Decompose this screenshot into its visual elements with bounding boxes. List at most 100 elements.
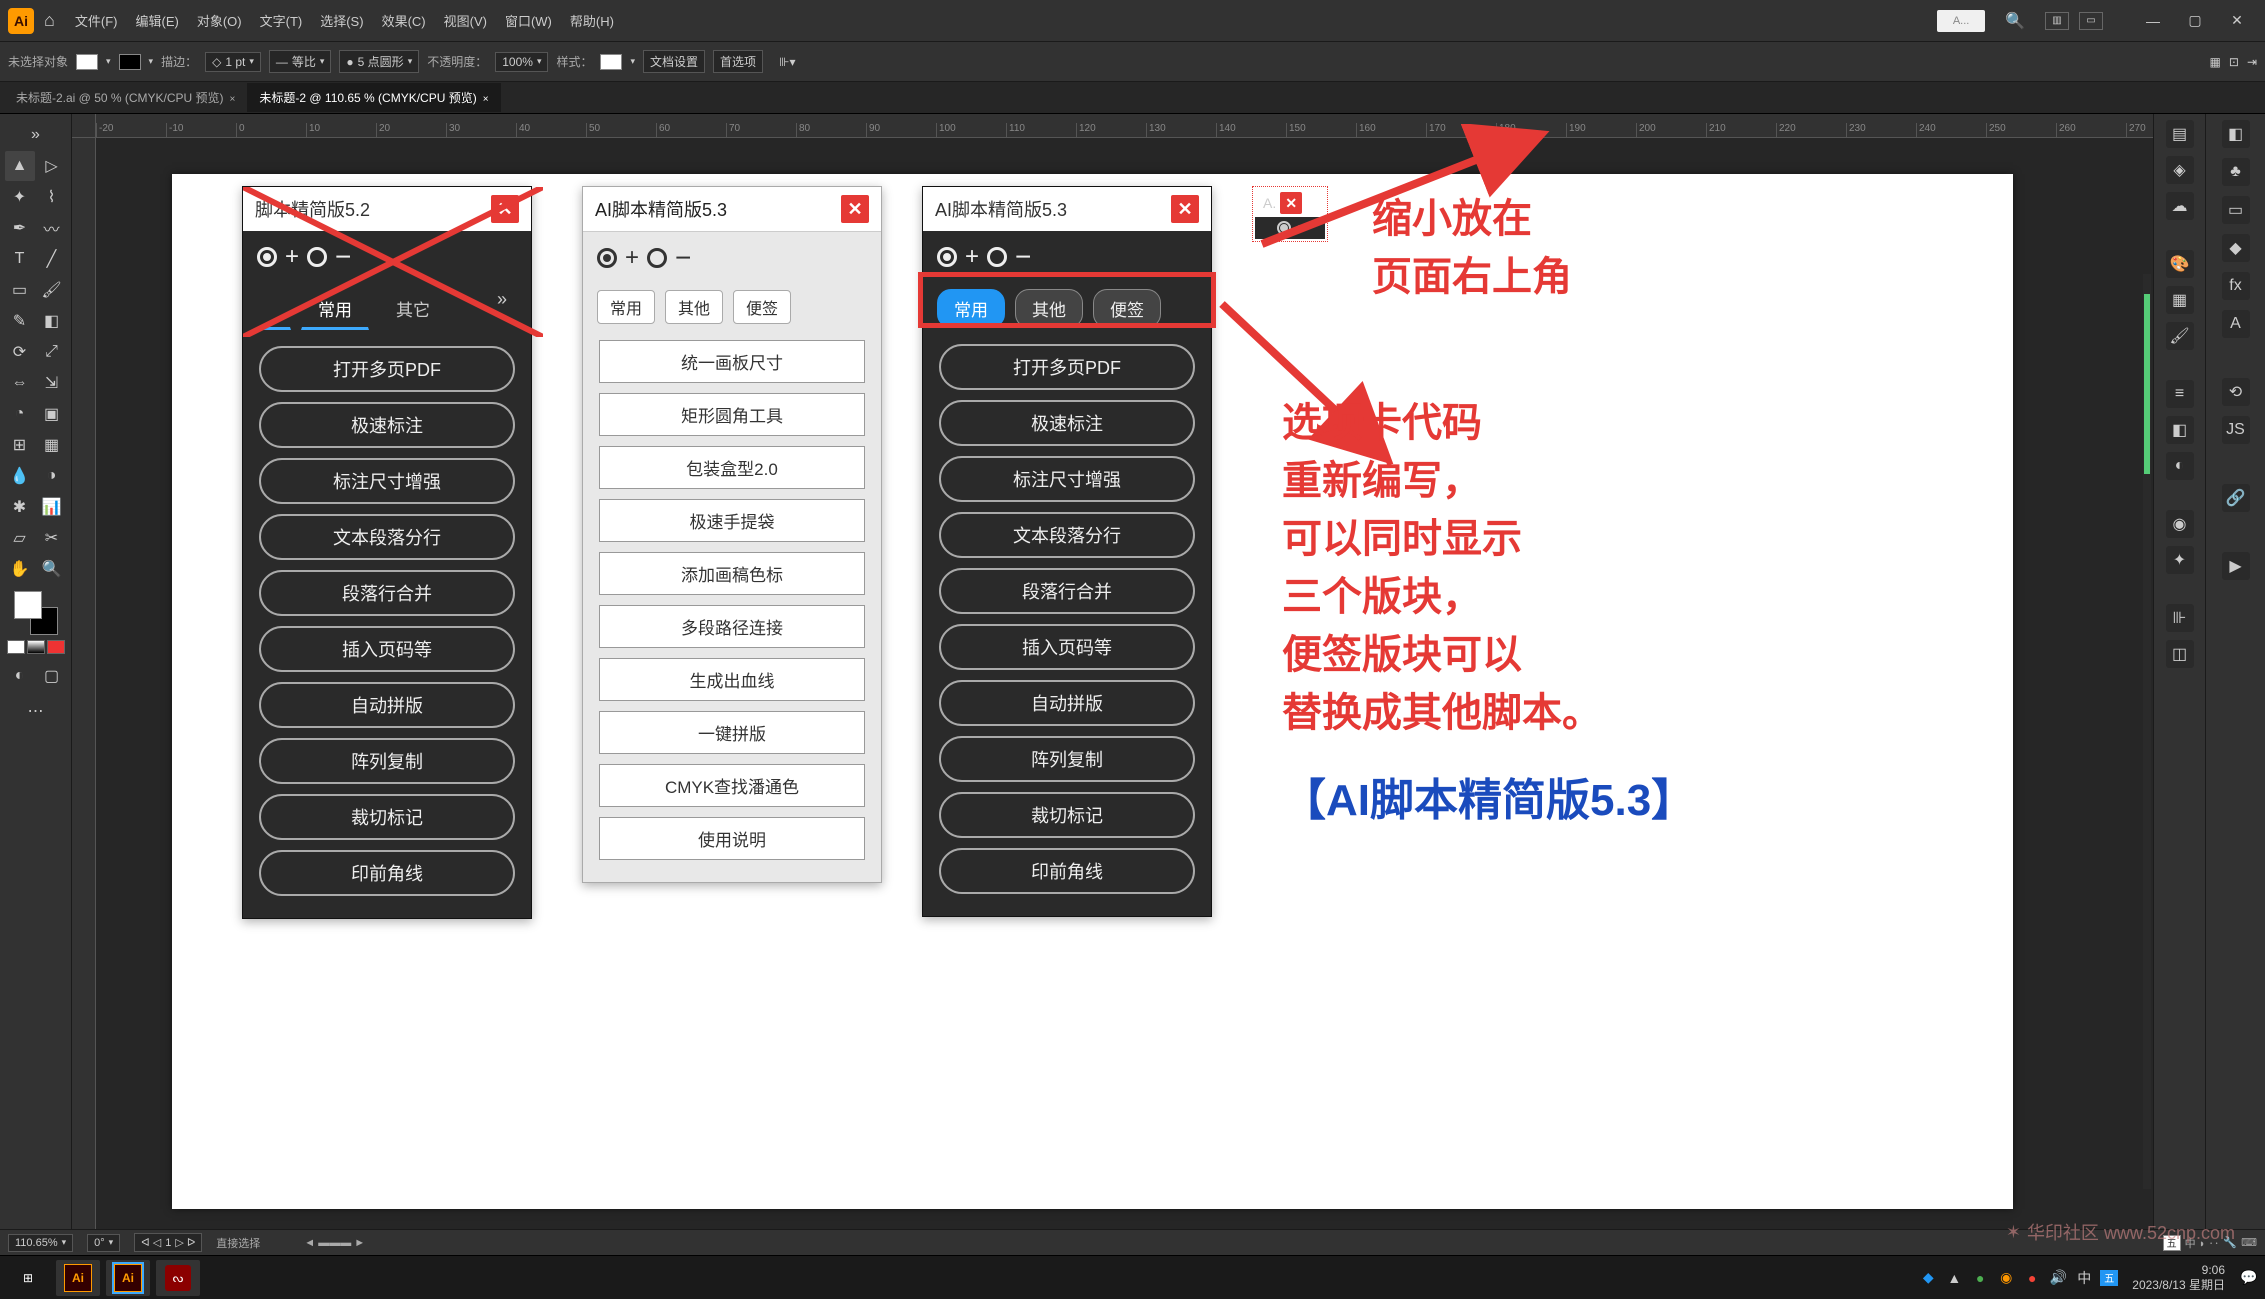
appearance-panel-icon[interactable]: ◉ [2166,510,2194,538]
scale-tool[interactable]: ⤢ [37,337,67,367]
radio-empty-icon[interactable] [987,247,1007,267]
workspace-icon[interactable]: ▭ [2079,12,2103,30]
edit-toolbar-button[interactable]: ⋯ [5,696,67,726]
ruler-vertical[interactable] [72,138,96,1229]
script-button[interactable]: 段落行合并 [939,568,1195,614]
panel-toggle-icon[interactable]: ⊡ [2229,55,2239,69]
script-button[interactable]: 文本段落分行 [939,512,1195,558]
type-tool[interactable]: T [5,244,35,274]
menu-type[interactable]: 文字(T) [260,11,303,30]
transparency-panel-icon[interactable]: ◐ [2166,452,2194,480]
layers-panel-icon[interactable]: ◈ [2166,156,2194,184]
artboard-tool[interactable]: ▱ [5,523,35,553]
tab-other[interactable]: 其他 [665,290,723,324]
canvas[interactable]: -20-100102030405060708090100110120130140… [72,114,2153,1229]
fill-stroke-swatches[interactable] [14,591,58,635]
script-button[interactable]: 极速标注 [939,400,1195,446]
script-button[interactable]: 阵列复制 [259,738,515,784]
blend-tool[interactable]: ◑ [37,461,67,491]
volume-icon[interactable]: 🔊 [2048,1268,2068,1288]
fill-color-swatch[interactable] [14,591,42,619]
panel-icon[interactable]: ⟲ [2222,378,2250,406]
tab-other[interactable]: 其他 [1015,289,1083,328]
script-button[interactable]: 极速标注 [259,402,515,448]
align-icon[interactable]: ⊪▾ [779,55,795,69]
slice-tool[interactable]: ✂ [37,523,67,553]
tray-up-icon[interactable]: ▲ [1944,1268,1964,1288]
grid-toggle-icon[interactable]: ▦ [2210,55,2221,69]
script-button[interactable]: 自动拼版 [939,680,1195,726]
close-icon[interactable]: × [230,94,236,105]
close-window-button[interactable]: ✕ [2217,7,2257,35]
doc-setup-button[interactable]: 文档设置 [643,50,705,73]
script-button[interactable]: 裁切标记 [259,794,515,840]
brush-tool[interactable]: 🖌 [37,275,67,305]
menu-view[interactable]: 视图(V) [444,11,487,30]
zoom-dropdown[interactable]: 110.65% ▾ [8,1234,73,1252]
graphic-styles-panel-icon[interactable]: ✦ [2166,546,2194,574]
notification-icon[interactable]: 💬 [2239,1268,2259,1288]
zoom-tool[interactable]: 🔍 [37,554,67,584]
menu-effect[interactable]: 效果(C) [382,11,426,30]
panel-icon[interactable]: ◆ [2222,234,2250,262]
start-button[interactable]: ⊞ [6,1260,50,1296]
panel-icon[interactable]: ♣ [2222,158,2250,186]
rotate-tool[interactable]: ⟳ [5,337,35,367]
tray-icon[interactable]: ● [2022,1268,2042,1288]
libraries-panel-icon[interactable]: ☁ [2166,192,2194,220]
script-button[interactable]: 自动拼版 [259,682,515,728]
tray-icon[interactable]: ◆ [1918,1268,1938,1288]
plus-icon[interactable]: + [285,243,299,271]
script-button[interactable]: 印前角线 [939,848,1195,894]
menu-help[interactable]: 帮助(H) [570,11,614,30]
script-button[interactable]: 插入页码等 [259,626,515,672]
graph-tool[interactable]: 📊 [37,492,67,522]
draw-mode-icon[interactable]: ◐ [5,661,35,691]
search-icon[interactable]: 🔍 [2005,11,2025,31]
doc-tab-2[interactable]: 未标题-2 @ 110.65 % (CMYK/CPU 预览)× [247,83,500,112]
minimize-button[interactable]: — [2133,7,2173,35]
arrange-icon[interactable]: ▥ [2045,12,2069,30]
shaper-tool[interactable]: ✎ [5,306,35,336]
tab-common[interactable]: 常用 [937,289,1005,328]
panel-icon[interactable]: 🔗 [2222,484,2250,512]
script-button[interactable]: 裁切标记 [939,792,1195,838]
pathfinder-panel-icon[interactable]: ◫ [2166,640,2194,668]
artboard-nav[interactable]: ᐊ ◁ 1 ▷ ᐅ [134,1233,202,1252]
script-button[interactable]: 标注尺寸增强 [939,456,1195,502]
script-button[interactable]: 插入页码等 [939,624,1195,670]
script-button[interactable]: 极速手提袋 [599,499,865,542]
taskbar-app[interactable]: ᔓ [156,1260,200,1296]
close-icon[interactable]: × [483,94,489,105]
width-tool[interactable]: ⇔ [5,368,35,398]
toolbar-chevron-icon[interactable]: » [5,120,67,150]
direct-select-tool[interactable]: ▷ [37,151,67,181]
mesh-tool[interactable]: ⊞ [5,430,35,460]
radio-empty-icon[interactable] [647,248,667,268]
script-button[interactable]: 印前角线 [259,850,515,896]
script-button[interactable]: CMYK查找潘通色 [599,764,865,807]
menu-select[interactable]: 选择(S) [320,11,363,30]
screen-mode-icon[interactable]: ▢ [37,661,67,691]
taskbar-clock[interactable]: 9:06 2023/8/13 星期日 [2132,1263,2225,1292]
color-panel-icon[interactable]: 🎨 [2166,250,2194,278]
gradient-tool[interactable]: ▦ [37,430,67,460]
mini-panel-indicator[interactable]: A... [1937,10,1985,32]
shape-builder-tool[interactable]: ◔ [5,399,35,429]
ruler-origin[interactable] [72,114,96,138]
ime-tray-icon[interactable]: 中 [2074,1268,2094,1288]
home-icon[interactable]: ⌂ [44,10,55,31]
stroke-weight-dropdown[interactable]: ◇ 1 pt ▾ [205,52,261,72]
minus-icon[interactable]: − [335,241,351,273]
tab-notes[interactable]: 便签 [733,290,791,324]
taskbar-ai-2[interactable]: Ai [106,1260,150,1296]
script-button[interactable]: 包装盒型2.0 [599,446,865,489]
brushes-panel-icon[interactable]: 🖌 [2166,322,2194,350]
radio-filled-icon[interactable] [257,247,277,267]
expand-panels-icon[interactable]: ⇥ [2247,55,2257,69]
stroke-swatch[interactable] [119,54,141,70]
script-button[interactable]: 统一画板尺寸 [599,340,865,383]
panel-icon[interactable]: ◧ [2222,120,2250,148]
close-button[interactable]: ✕ [1171,195,1199,223]
chevron-expand-icon[interactable]: » [497,289,517,330]
